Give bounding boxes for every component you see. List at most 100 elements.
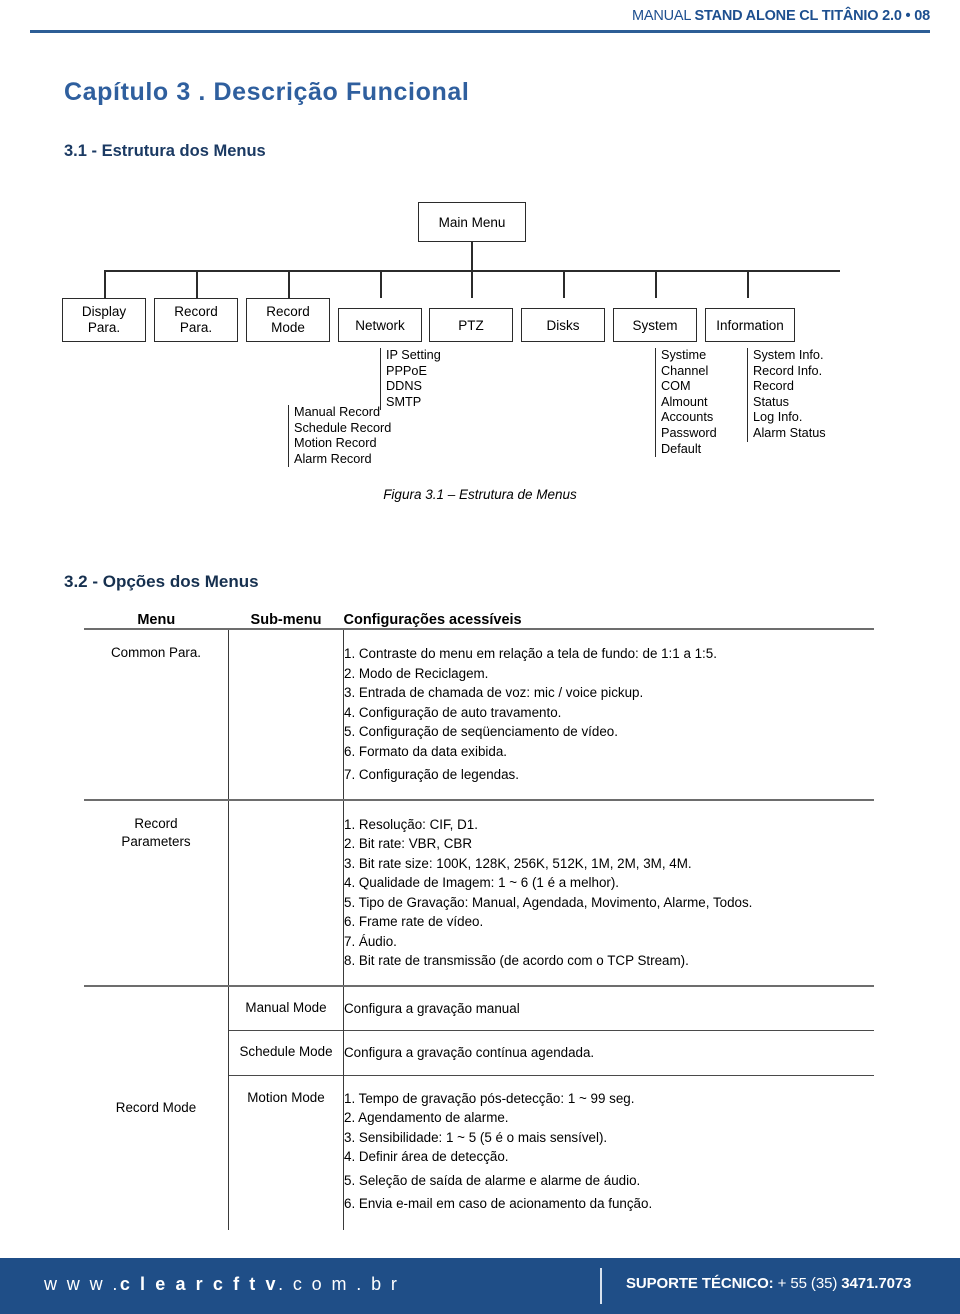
config-item: 2. Bit rate: VBR, CBR [344, 836, 472, 851]
config-item: 3. Bit rate size: 100K, 128K, 256K, 512K… [344, 855, 692, 871]
diagram-node-label-line2: Para. [179, 320, 213, 335]
connector-drop-8 [747, 270, 749, 298]
diagram-node-label-line2: Para. [87, 320, 121, 335]
config-item: 6. Formato da data exibida. [344, 743, 508, 759]
config-list: 1. Resolução: CIF, D1. 2. Bit rate: VBR,… [344, 815, 874, 971]
sublist-item: SMTP [386, 394, 422, 409]
header-rule [30, 30, 930, 33]
cell-config-motion-mode: 1. Tempo de gravação pós-detecção: 1 ~ 9… [343, 1074, 874, 1230]
table-header-row: Menu Sub-menu Configurações acessíveis [84, 612, 874, 630]
diagram-node-network: Network [338, 308, 422, 342]
connector-drop-7 [655, 270, 657, 298]
column-header-submenu: Sub-menu [228, 612, 344, 630]
cell-config-record-parameters: 1. Resolução: CIF, D1. 2. Bit rate: VBR,… [343, 798, 874, 986]
footer-support-contact: SUPORTE TÉCNICO: + 55 (35) 3471.7073 [626, 1275, 911, 1292]
table-row: Record Parameters 1. Resolução: CIF, D1.… [84, 798, 874, 986]
table-row: Common Para. 1. Contraste do menu em rel… [84, 629, 874, 800]
config-item: 2. Modo de Reciclagem. [344, 665, 489, 681]
section-heading-3-1: 3.1 - Estrutura dos Menus [64, 142, 266, 160]
connector-drop-1 [104, 270, 106, 298]
cell-config-manual-mode: Configura a gravação manual [343, 984, 874, 1031]
cell-menu-record-parameters: Record Parameters [84, 798, 229, 986]
sublist-item: Status [753, 394, 789, 409]
connector-drop-6 [563, 270, 565, 298]
figure-caption: Figura 3.1 – Estrutura de Menus [383, 487, 577, 502]
config-item: 1. Resolução: CIF, D1. [344, 816, 478, 832]
sublist-item: Accounts [661, 410, 714, 425]
connector-root-vertical [471, 242, 473, 270]
section-heading-3-2: 3.2 - Opções dos Menus [64, 572, 259, 591]
column-header-menu: Menu [84, 612, 229, 630]
cell-menu-common-para: Common Para. [84, 629, 229, 800]
diagram-node-label: Disks [546, 317, 580, 333]
diagram-sublist-network: IP Setting PPPoE DDNS SMTP [380, 348, 441, 411]
diagram-node-label-line2: Mode [271, 320, 305, 335]
connector-drop-2 [196, 270, 198, 298]
config-item: 4. Definir área de detecção. [344, 1149, 509, 1164]
diagram-node-label: PTZ [458, 317, 484, 333]
menu-options-table: Menu Sub-menu Configurações acessíveis C… [84, 612, 874, 1230]
sublist-item: Manual Record [294, 405, 381, 419]
config-item: 2. Agendamento de alarme. [344, 1110, 509, 1125]
sublist-item: IP Setting [386, 348, 441, 362]
cell-config-schedule-mode: Configura a gravação contínua agendada. [343, 1030, 874, 1075]
config-item: 1. Tempo de gravação pós-detecção: 1 ~ 9… [344, 1090, 635, 1106]
config-item: 7. Configuração de legendas. [344, 767, 519, 782]
sublist-item: System Info. [753, 348, 824, 362]
diagram-node-system: System [613, 308, 697, 342]
config-item: 7. Áudio. [344, 933, 397, 949]
diagram-node-information: Information [705, 308, 795, 342]
sublist-item: Record [753, 379, 794, 394]
config-item: 6. Envia e-mail em caso de acionamento d… [344, 1196, 653, 1211]
diagram-node-label-line1: Record [174, 304, 218, 319]
cell-submenu-schedule-mode: Schedule Mode [228, 1030, 344, 1075]
diagram-node-display-para: Display Para. [62, 298, 146, 342]
footer-website-url[interactable]: w w w .c l e a r c f t v. c o m . b r [44, 1274, 399, 1295]
footer-url-prefix: w w w . [44, 1274, 120, 1294]
diagram-node-label: Main Menu [438, 214, 506, 230]
config-item: 5. Configuração de seqüenciamento de víd… [344, 724, 618, 739]
diagram-node-label-line1: Display [81, 304, 127, 319]
diagram-node-record-mode: Record Mode [246, 298, 330, 342]
diagram-node-label: Network [355, 317, 405, 333]
diagram-sublist-record-mode: Manual Record Schedule Record Motion Rec… [288, 405, 392, 468]
config-item: 1. Contraste do menu em relação a tela d… [344, 646, 717, 661]
cell-menu-line2: Parameters [121, 833, 191, 849]
sublist-item: Alarm Status [753, 425, 826, 440]
sublist-item: Almount [661, 394, 708, 409]
sublist-item: Systime [661, 348, 707, 362]
footer-divider [600, 1268, 602, 1304]
sublist-item: Default [661, 441, 702, 456]
header-model-title: STAND ALONE CL TITÂNIO 2.0 • 08 [694, 8, 931, 24]
diagram-sublist-information: System Info. Record Info. Record Status … [747, 348, 826, 442]
sublist-item: COM [661, 379, 691, 394]
sublist-item: Motion Record [294, 436, 377, 451]
footer-support-label: SUPORTE TÉCNICO: [626, 1275, 774, 1292]
cell-config-common-para: 1. Contraste do menu em relação a tela d… [344, 629, 875, 800]
sublist-item: Password [661, 425, 717, 440]
config-item: Configura a gravação contínua agendada. [344, 1045, 595, 1060]
sublist-item: Log Info. [753, 410, 803, 425]
page-footer: w w w .c l e a r c f t v. c o m . b r SU… [0, 1258, 960, 1314]
header-manual-title: MANUAL STAND ALONE CL TITÂNIO 2.0 • 08 [632, 8, 930, 24]
sublist-item: Channel [661, 363, 709, 378]
config-item: 6. Frame rate de vídeo. [344, 914, 484, 929]
footer-support-number: 3471.7073 [841, 1275, 912, 1292]
diagram-sublist-system: Systime Channel COM Almount Accounts Pas… [655, 348, 717, 458]
connector-drop-4 [380, 270, 382, 298]
sublist-item: Schedule Record [294, 420, 392, 435]
diagram-node-label: System [632, 317, 678, 333]
footer-support-prefix: + 55 (35) [777, 1275, 838, 1292]
config-list: 1. Tempo de gravação pós-detecção: 1 ~ 9… [344, 1089, 874, 1214]
sublist-item: Alarm Record [294, 451, 372, 466]
config-item: 4. Qualidade de Imagem: 1 ~ 6 (1 é a mel… [344, 875, 620, 890]
config-item: 3. Entrada de chamada de voz: mic / voic… [344, 685, 644, 700]
cell-submenu-motion-mode: Motion Mode [228, 1074, 344, 1230]
config-list: Configura a gravação contínua agendada. [344, 1043, 874, 1063]
diagram-node-disks: Disks [521, 308, 605, 342]
cell-menu-line1: Record [134, 815, 178, 831]
column-header-config: Configurações acessíveis [343, 612, 874, 630]
config-item: 8. Bit rate de transmissão (de acordo co… [344, 953, 689, 968]
diagram-node-ptz: PTZ [429, 308, 513, 342]
cell-submenu-manual-mode: Manual Mode [228, 984, 344, 1031]
